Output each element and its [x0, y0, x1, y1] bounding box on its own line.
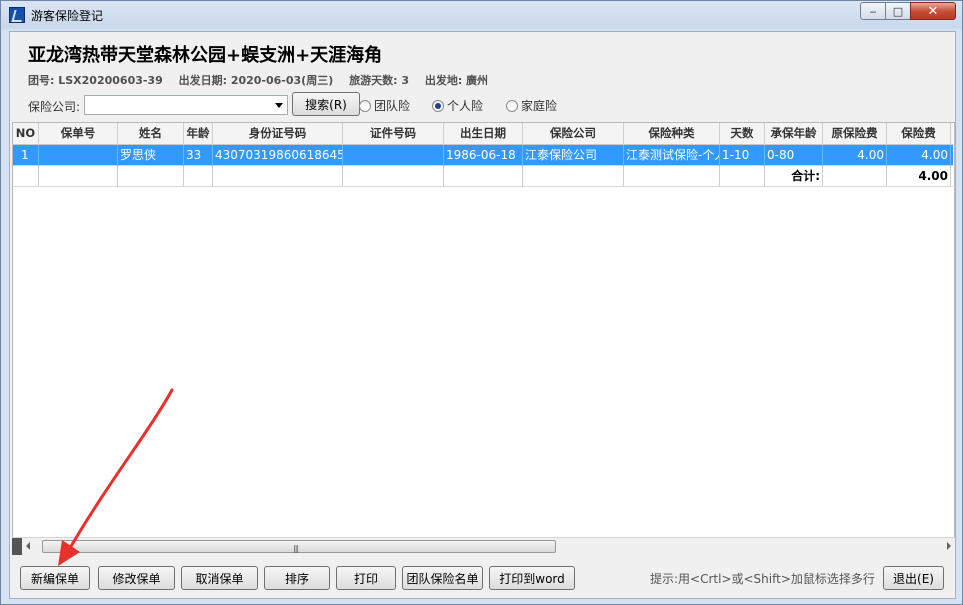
cell-name[interactable]: 罗思侠	[118, 145, 184, 166]
total-label: 合计:	[765, 166, 823, 187]
column-header[interactable]: 保险费	[887, 123, 951, 145]
filter-bar: 保险公司: 搜索(R) 团队险 个人险 家庭险	[28, 92, 948, 116]
cell-policy-no[interactable]	[39, 145, 118, 166]
total-cell-empty	[720, 166, 765, 187]
column-header[interactable]: 天数	[720, 123, 765, 145]
radio-team-insurance[interactable]: 团队险	[359, 97, 410, 114]
radio-label: 团队险	[374, 99, 411, 113]
new-policy-button[interactable]: 新编保单	[20, 566, 90, 590]
cell-id-number[interactable]: 430703198606186457	[213, 145, 343, 166]
column-header[interactable]: 证件号码	[343, 123, 444, 145]
scroll-right-icon[interactable]	[947, 542, 951, 550]
cell-birth-date[interactable]: 1986-06-18	[444, 145, 523, 166]
total-cell-empty	[118, 166, 184, 187]
column-header[interactable]: 保险公司	[523, 123, 624, 145]
client-area: 亚龙湾热带天堂森林公园+蜈支洲+天涯海角 团号: LSX20200603-39 …	[9, 31, 956, 599]
cell-insurance-company[interactable]: 江泰保险公司	[523, 145, 624, 166]
cell-insurance-type[interactable]: 江泰测试保险-个人	[624, 145, 720, 166]
cancel-policy-button[interactable]: 取消保单	[181, 566, 258, 590]
column-header[interactable]: 原保险费	[823, 123, 887, 145]
cell-days[interactable]: 1-10	[720, 145, 765, 166]
column-header[interactable]: NO	[13, 123, 39, 145]
column-header[interactable]: 承保年龄	[765, 123, 823, 145]
chevron-down-icon[interactable]	[275, 103, 283, 108]
radio-personal-insurance[interactable]: 个人险	[432, 97, 483, 114]
maximize-button[interactable]: □	[885, 2, 911, 20]
minimize-button[interactable]: ‒	[860, 2, 886, 20]
departure-city: 出发地: 廣州	[424, 74, 489, 87]
cell-age-range[interactable]: 0-80	[765, 145, 823, 166]
tour-days: 旅游天数: 3	[349, 74, 409, 87]
search-button[interactable]: 搜索(R)	[292, 92, 360, 116]
window-title: 游客保险登记	[31, 9, 104, 23]
scroll-left-icon[interactable]	[26, 542, 30, 550]
sort-button[interactable]: 排序	[264, 566, 330, 590]
cell-premium[interactable]: 4.00	[887, 145, 951, 166]
cell-age[interactable]: 33	[184, 145, 213, 166]
total-cell-empty	[823, 166, 887, 187]
print-to-word-button[interactable]: 打印到word	[489, 566, 575, 590]
total-cell-empty	[213, 166, 343, 187]
close-button[interactable]: ✕	[910, 2, 956, 20]
app-logo-icon	[9, 7, 25, 23]
selection-hint: 提示:用<Crtl>或<Shift>加鼠标选择多行	[650, 572, 875, 586]
title-bar[interactable]: 游客保险登记 ‒ □ ✕	[1, 1, 962, 29]
column-header[interactable]: 年龄	[184, 123, 213, 145]
total-cell-empty	[13, 166, 39, 187]
grip-icon: |||	[293, 544, 299, 553]
radio-family-insurance[interactable]: 家庭险	[506, 97, 557, 114]
scroll-thumb[interactable]: |||	[42, 540, 556, 553]
company-label: 保险公司:	[28, 100, 81, 114]
main-window: 游客保险登记 ‒ □ ✕ 亚龙湾热带天堂森林公园+蜈支洲+天涯海角 团号: LS…	[0, 0, 963, 605]
window-controls: ‒ □ ✕	[860, 2, 956, 20]
total-row: 合计: 4.00	[13, 166, 953, 187]
total-value: 4.00	[887, 166, 951, 187]
radio-label: 个人险	[447, 99, 484, 113]
cell-no[interactable]: 1	[13, 145, 39, 166]
total-cell-empty	[343, 166, 444, 187]
insurance-company-select[interactable]	[84, 95, 288, 115]
insurance-grid[interactable]: NO 保单号 姓名 年龄 身份证号码 证件号码 出生日期 保险公司 保险种类 天…	[12, 122, 955, 554]
grid-header: NO 保单号 姓名 年龄 身份证号码 证件号码 出生日期 保险公司 保险种类 天…	[13, 123, 953, 145]
radio-circle-icon[interactable]	[359, 99, 371, 112]
team-insurance-list-button[interactable]: 团队保险名单	[402, 566, 483, 590]
group-number: 团号: LSX20200603-39	[28, 74, 163, 87]
radio-checked-icon[interactable]	[432, 99, 444, 112]
total-cell-empty	[523, 166, 624, 187]
radio-label: 家庭险	[521, 99, 558, 113]
cell-original-premium[interactable]: 4.00	[823, 145, 887, 166]
radio-circle-icon[interactable]	[506, 99, 518, 112]
cell-document-number[interactable]	[343, 145, 444, 166]
column-header[interactable]: 出生日期	[444, 123, 523, 145]
total-cell-empty	[624, 166, 720, 187]
table-row[interactable]: 1 罗思侠 33 430703198606186457 1986-06-18 江…	[13, 145, 953, 166]
tour-meta: 团号: LSX20200603-39 出发日期: 2020-06-03(周三) …	[28, 72, 500, 88]
total-cell-empty	[184, 166, 213, 187]
scroll-edge-marker	[12, 538, 22, 555]
column-header[interactable]: 保单号	[39, 123, 118, 145]
tour-title: 亚龙湾热带天堂森林公园+蜈支洲+天涯海角	[28, 45, 383, 66]
total-cell-empty	[444, 166, 523, 187]
total-cell-empty	[39, 166, 118, 187]
edit-policy-button[interactable]: 修改保单	[98, 566, 175, 590]
column-header[interactable]: 保险种类	[624, 123, 720, 145]
print-button[interactable]: 打印	[336, 566, 396, 590]
exit-button[interactable]: 退出(E)	[883, 566, 944, 590]
column-header[interactable]: 身份证号码	[213, 123, 343, 145]
column-header[interactable]: 姓名	[118, 123, 184, 145]
departure-date: 出发日期: 2020-06-03(周三)	[178, 74, 334, 87]
horizontal-scrollbar[interactable]: |||	[12, 537, 955, 555]
